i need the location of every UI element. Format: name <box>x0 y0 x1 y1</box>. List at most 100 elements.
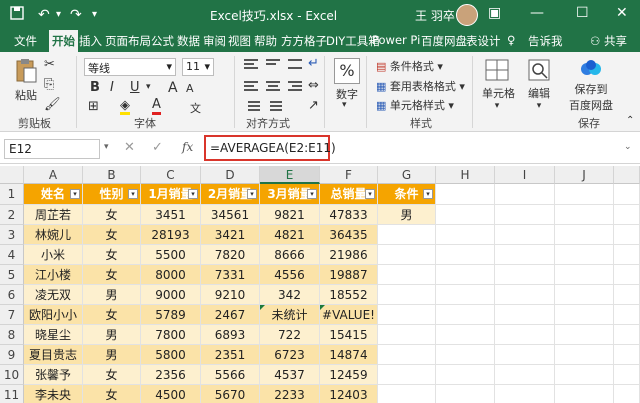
cut-icon[interactable]: ✂ <box>44 57 55 72</box>
save-to-baidu-button[interactable]: 保存到 百度网盘 <box>566 58 616 113</box>
cell[interactable] <box>436 184 495 205</box>
share-button[interactable]: ⚇ 共享 <box>590 33 627 49</box>
table-cell[interactable]: 12459 <box>320 365 378 385</box>
table-cell[interactable]: 9821 <box>260 205 320 225</box>
column-header[interactable]: E <box>260 166 320 184</box>
tab-fangfang[interactable]: 方方格子 <box>281 33 327 49</box>
format-as-table-button[interactable]: ▦ 套用表格格式 ▾ <box>376 78 465 94</box>
column-header[interactable]: I <box>495 166 555 184</box>
table-cell[interactable]: 2356 <box>141 365 201 385</box>
table-cell[interactable]: 21986 <box>320 245 378 265</box>
table-cell[interactable]: 晓星尘 <box>24 325 83 345</box>
column-header[interactable]: D <box>201 166 260 184</box>
table-cell[interactable] <box>378 305 436 325</box>
table-cell[interactable] <box>378 345 436 365</box>
table-cell[interactable]: 江小楼 <box>24 265 83 285</box>
filter-dropdown-icon[interactable]: ▾ <box>247 189 257 199</box>
table-cell[interactable]: 女 <box>83 385 141 403</box>
table-cell[interactable]: 4500 <box>141 385 201 403</box>
column-header[interactable]: H <box>436 166 495 184</box>
table-cell[interactable]: 2233 <box>260 385 320 403</box>
filter-dropdown-icon[interactable]: ▾ <box>307 189 317 199</box>
table-cell[interactable] <box>378 285 436 305</box>
tab-help[interactable]: 帮助 <box>254 33 277 49</box>
align-top-icon[interactable] <box>244 58 304 75</box>
cell[interactable] <box>436 225 495 245</box>
table-header-cell[interactable]: 条件 ▾ <box>378 184 436 205</box>
undo-icon[interactable]: ↶ <box>38 6 50 24</box>
table-cell[interactable]: 小米 <box>24 245 83 265</box>
tell-me-search[interactable]: 告诉我 <box>528 33 563 49</box>
table-cell[interactable]: 342 <box>260 285 320 305</box>
cell[interactable] <box>495 325 555 345</box>
cell-partial[interactable] <box>614 285 640 305</box>
table-cell[interactable]: #VALUE! <box>320 305 378 325</box>
row-header[interactable]: 8 <box>0 325 24 345</box>
cell[interactable] <box>555 385 614 403</box>
cell[interactable] <box>495 245 555 265</box>
cell[interactable] <box>555 245 614 265</box>
cell-partial[interactable] <box>614 184 640 205</box>
redo-icon[interactable]: ↷ <box>70 6 82 24</box>
enter-icon[interactable]: ✓ <box>152 140 163 155</box>
avatar[interactable] <box>456 4 478 26</box>
tab-file[interactable]: 文件 <box>14 33 37 49</box>
row-header[interactable]: 10 <box>0 365 24 385</box>
copy-icon[interactable]: ⎘ <box>44 77 54 92</box>
cell[interactable] <box>495 265 555 285</box>
table-cell[interactable] <box>378 225 436 245</box>
row-header[interactable]: 4 <box>0 245 24 265</box>
cell[interactable] <box>495 345 555 365</box>
paste-button[interactable]: 粘贴 <box>12 58 40 103</box>
row-header[interactable]: 2 <box>0 205 24 225</box>
table-cell[interactable]: 12403 <box>320 385 378 403</box>
table-cell[interactable]: 周芷若 <box>24 205 83 225</box>
row-header[interactable]: 11 <box>0 385 24 403</box>
table-cell[interactable]: 34561 <box>201 205 260 225</box>
ribbon-display-icon[interactable]: ▣ <box>488 5 501 21</box>
table-cell[interactable]: 36435 <box>320 225 378 245</box>
table-cell[interactable]: 3421 <box>201 225 260 245</box>
table-cell[interactable]: 7331 <box>201 265 260 285</box>
cell[interactable] <box>555 225 614 245</box>
table-cell[interactable]: 6723 <box>260 345 320 365</box>
table-header-cell[interactable]: 1月销量 ▾ <box>141 184 201 205</box>
table-cell[interactable]: 女 <box>83 245 141 265</box>
table-cell[interactable]: 女 <box>83 265 141 285</box>
wrap-text-icon[interactable]: ↵ <box>308 56 319 71</box>
table-cell[interactable]: 2467 <box>201 305 260 325</box>
table-cell[interactable]: 男 <box>83 345 141 365</box>
user-name[interactable]: 王 羽卒 <box>415 7 455 24</box>
table-cell[interactable]: 7820 <box>201 245 260 265</box>
tab-data[interactable]: 数据 <box>177 33 200 49</box>
tab-page-layout[interactable]: 页面布局 <box>105 33 151 49</box>
filter-dropdown-icon[interactable]: ▾ <box>365 189 375 199</box>
grow-font-button[interactable]: A <box>168 80 178 96</box>
format-painter-icon[interactable]: 🖌 <box>44 97 61 112</box>
table-cell[interactable]: 林婉儿 <box>24 225 83 245</box>
cell[interactable] <box>555 205 614 225</box>
column-header-partial[interactable] <box>614 166 640 184</box>
cell-partial[interactable] <box>614 245 640 265</box>
cell[interactable] <box>436 245 495 265</box>
cell[interactable] <box>436 305 495 325</box>
cell[interactable] <box>436 205 495 225</box>
cell[interactable] <box>436 265 495 285</box>
undo-dropdown-icon[interactable]: ▾ <box>56 6 61 24</box>
font-name-select[interactable]: 等线 ▾ <box>84 58 176 76</box>
table-cell[interactable]: 男 <box>83 285 141 305</box>
column-header[interactable]: A <box>24 166 83 184</box>
cell[interactable] <box>555 305 614 325</box>
minimize-icon[interactable]: — <box>530 5 544 21</box>
fill-color-icon[interactable]: ◈ <box>120 99 130 115</box>
table-cell[interactable]: 9000 <box>141 285 201 305</box>
cancel-icon[interactable]: ✕ <box>124 140 135 155</box>
expand-formula-icon[interactable]: ⌄ <box>624 142 632 152</box>
cell-partial[interactable] <box>614 325 640 345</box>
cell[interactable] <box>555 325 614 345</box>
close-icon[interactable]: ✕ <box>616 5 628 21</box>
shrink-font-button[interactable]: A <box>186 82 194 95</box>
save-icon[interactable] <box>10 6 24 25</box>
cell[interactable] <box>436 285 495 305</box>
table-cell[interactable]: 4537 <box>260 365 320 385</box>
